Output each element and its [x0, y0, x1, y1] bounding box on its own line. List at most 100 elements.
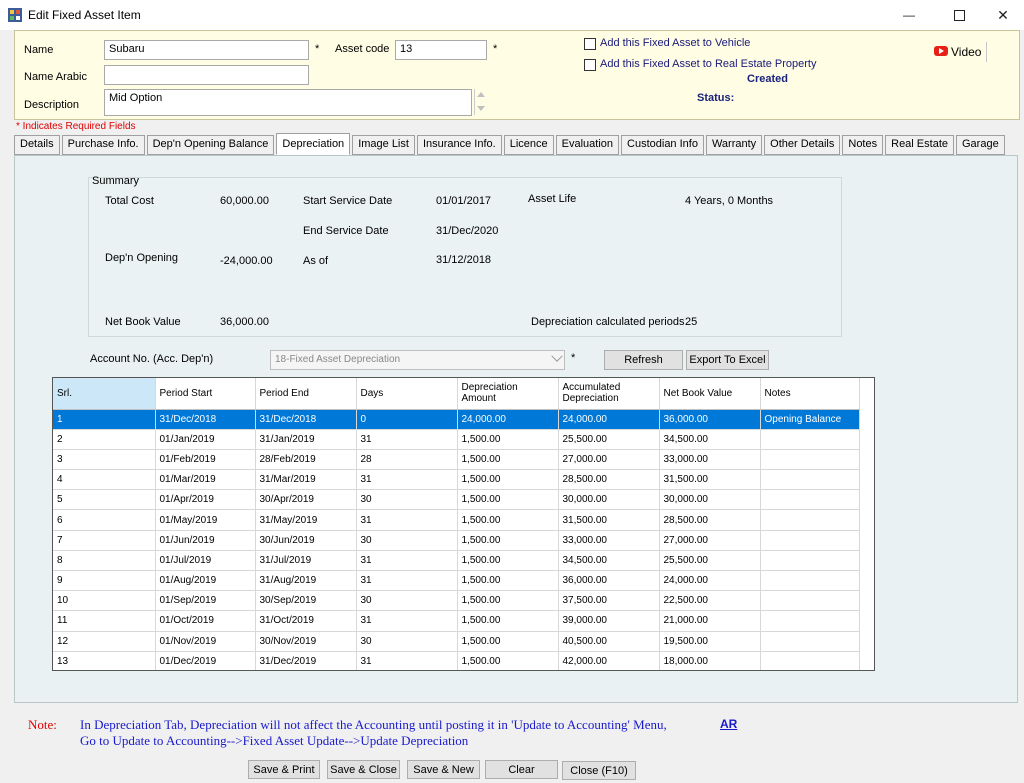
- table-cell[interactable]: 1,500.00: [457, 429, 559, 450]
- table-cell[interactable]: 22,500.00: [659, 590, 761, 612]
- name-arabic-input[interactable]: [104, 65, 309, 85]
- table-cell[interactable]: 6: [53, 509, 156, 531]
- video-label[interactable]: Video: [951, 45, 981, 59]
- table-cell[interactable]: 5: [53, 489, 156, 511]
- save-close-button[interactable]: Save & Close: [327, 760, 400, 779]
- table-cell[interactable]: 30/Nov/2019: [255, 631, 357, 652]
- column-header[interactable]: Accumulated Depreciation: [558, 378, 660, 410]
- table-cell[interactable]: 27,000.00: [659, 530, 761, 551]
- table-cell[interactable]: 1,500.00: [457, 489, 559, 511]
- table-cell[interactable]: 31/Aug/2019: [255, 570, 357, 592]
- table-cell[interactable]: 1,500.00: [457, 570, 559, 592]
- table-cell[interactable]: 31/Jul/2019: [255, 550, 357, 572]
- table-cell[interactable]: [760, 610, 860, 632]
- table-cell[interactable]: [760, 530, 860, 551]
- table-cell[interactable]: Opening Balance: [760, 409, 860, 430]
- table-cell[interactable]: 01/Apr/2019: [155, 489, 256, 511]
- table-cell[interactable]: 24,000.00: [659, 570, 761, 592]
- table-cell[interactable]: 01/Nov/2019: [155, 631, 256, 652]
- table-cell[interactable]: [760, 489, 860, 511]
- table-row[interactable]: 7 01/Jun/2019 30/Jun/2019 30 1,500.00 33,000.…: [53, 530, 860, 551]
- table-cell[interactable]: 31/Mar/2019: [255, 469, 357, 491]
- table-cell[interactable]: 10: [53, 590, 156, 612]
- column-header[interactable]: Days: [356, 378, 458, 410]
- table-row[interactable]: 3 01/Feb/2019 28/Feb/2019 28 1,500.00 27,000.…: [53, 449, 860, 471]
- table-cell[interactable]: 0: [356, 409, 458, 430]
- tab-evaluation[interactable]: Evaluation: [555, 135, 620, 155]
- add-vehicle-label[interactable]: Add this Fixed Asset to Vehicle: [600, 37, 750, 49]
- save-new-button[interactable]: Save & New: [407, 760, 480, 779]
- table-cell[interactable]: [760, 631, 860, 652]
- table-cell[interactable]: [760, 590, 860, 612]
- tab-dep-n-opening-balance[interactable]: Dep'n Opening Balance: [146, 135, 275, 155]
- table-cell[interactable]: 01/Mar/2019: [155, 469, 256, 491]
- description-textarea[interactable]: Mid Option: [104, 89, 472, 116]
- table-cell[interactable]: 01/Aug/2019: [155, 570, 256, 592]
- table-row[interactable]: 10 01/Sep/2019 30/Sep/2019 30 1,500.00 37,500…: [53, 590, 860, 612]
- table-cell[interactable]: 24,000.00: [457, 409, 559, 430]
- table-cell[interactable]: 19,500.00: [659, 631, 761, 652]
- table-cell[interactable]: 2: [53, 429, 156, 450]
- table-cell[interactable]: 21,000.00: [659, 610, 761, 632]
- table-cell[interactable]: 31/Dec/2019: [255, 651, 357, 670]
- table-cell[interactable]: 1,500.00: [457, 449, 559, 471]
- table-cell[interactable]: 37,500.00: [558, 590, 660, 612]
- table-cell[interactable]: [760, 469, 860, 491]
- tab-real-estate[interactable]: Real Estate: [885, 135, 954, 155]
- ar-link[interactable]: AR: [720, 717, 737, 731]
- table-row[interactable]: 5 01/Apr/2019 30/Apr/2019 30 1,500.00 30,000.…: [53, 489, 860, 511]
- table-row[interactable]: 13 01/Dec/2019 31/Dec/2019 31 1,500.00 42,000…: [53, 651, 860, 670]
- table-cell[interactable]: 36,000.00: [558, 570, 660, 592]
- tab-details[interactable]: Details: [14, 135, 60, 155]
- table-cell[interactable]: 34,500.00: [659, 429, 761, 450]
- column-header[interactable]: Period Start: [155, 378, 256, 410]
- minimize-button[interactable]: —: [886, 0, 932, 30]
- table-cell[interactable]: 9: [53, 570, 156, 592]
- tab-custodian-info[interactable]: Custodian Info: [621, 135, 704, 155]
- tab-purchase-info[interactable]: Purchase Info.: [61, 135, 145, 155]
- table-cell[interactable]: 31: [356, 550, 458, 572]
- table-cell[interactable]: 1,500.00: [457, 590, 559, 612]
- table-cell[interactable]: 7: [53, 530, 156, 551]
- table-row[interactable]: 12 01/Nov/2019 30/Nov/2019 30 1,500.00 40,500…: [53, 631, 860, 652]
- table-cell[interactable]: 42,000.00: [558, 651, 660, 670]
- table-cell[interactable]: 18,000.00: [659, 651, 761, 670]
- tab-garage[interactable]: Garage: [956, 135, 1005, 155]
- close-button[interactable]: Close (F10): [562, 761, 636, 780]
- column-header[interactable]: Notes: [760, 378, 860, 410]
- add-real-estate-checkbox[interactable]: [584, 59, 596, 71]
- table-cell[interactable]: 36,000.00: [659, 409, 761, 430]
- tab-warranty[interactable]: Warranty: [705, 135, 763, 155]
- table-cell[interactable]: 1,500.00: [457, 651, 559, 670]
- description-scroll[interactable]: [474, 89, 486, 115]
- table-cell[interactable]: 31,500.00: [659, 469, 761, 491]
- table-cell[interactable]: [760, 570, 860, 592]
- table-row[interactable]: 9 01/Aug/2019 31/Aug/2019 31 1,500.00 36,000.…: [53, 570, 860, 592]
- table-cell[interactable]: 1,500.00: [457, 530, 559, 551]
- table-cell[interactable]: 28,500.00: [659, 509, 761, 531]
- table-cell[interactable]: 1,500.00: [457, 550, 559, 572]
- tab-image-list[interactable]: Image List: [352, 135, 415, 155]
- table-cell[interactable]: 28,500.00: [558, 469, 660, 491]
- table-cell[interactable]: 01/Jan/2019: [155, 429, 256, 450]
- tab-licence[interactable]: Licence: [503, 135, 554, 155]
- column-header[interactable]: Depreciation Amount: [457, 378, 559, 410]
- table-cell[interactable]: 31/Jan/2019: [255, 429, 357, 450]
- asset-code-input[interactable]: 13: [395, 40, 487, 60]
- refresh-button[interactable]: Refresh: [604, 350, 683, 370]
- table-cell[interactable]: [760, 509, 860, 531]
- add-vehicle-checkbox[interactable]: [584, 38, 596, 50]
- table-cell[interactable]: 28: [356, 449, 458, 471]
- table-cell[interactable]: 11: [53, 610, 156, 632]
- account-select[interactable]: 18-Fixed Asset Depreciation: [270, 350, 565, 370]
- table-cell[interactable]: 33,000.00: [558, 530, 660, 551]
- table-cell[interactable]: 31/Oct/2019: [255, 610, 357, 632]
- save-print-button[interactable]: Save & Print: [248, 760, 320, 779]
- column-header[interactable]: Srl.: [53, 378, 156, 410]
- table-row[interactable]: 6 01/May/2019 31/May/2019 31 1,500.00 31,500.…: [53, 509, 860, 531]
- video-button[interactable]: [934, 46, 948, 56]
- table-row[interactable]: 4 01/Mar/2019 31/Mar/2019 31 1,500.00 28,500.…: [53, 469, 860, 491]
- table-cell[interactable]: 31/May/2019: [255, 509, 357, 531]
- table-cell[interactable]: 1,500.00: [457, 469, 559, 491]
- table-cell[interactable]: 28/Feb/2019: [255, 449, 357, 471]
